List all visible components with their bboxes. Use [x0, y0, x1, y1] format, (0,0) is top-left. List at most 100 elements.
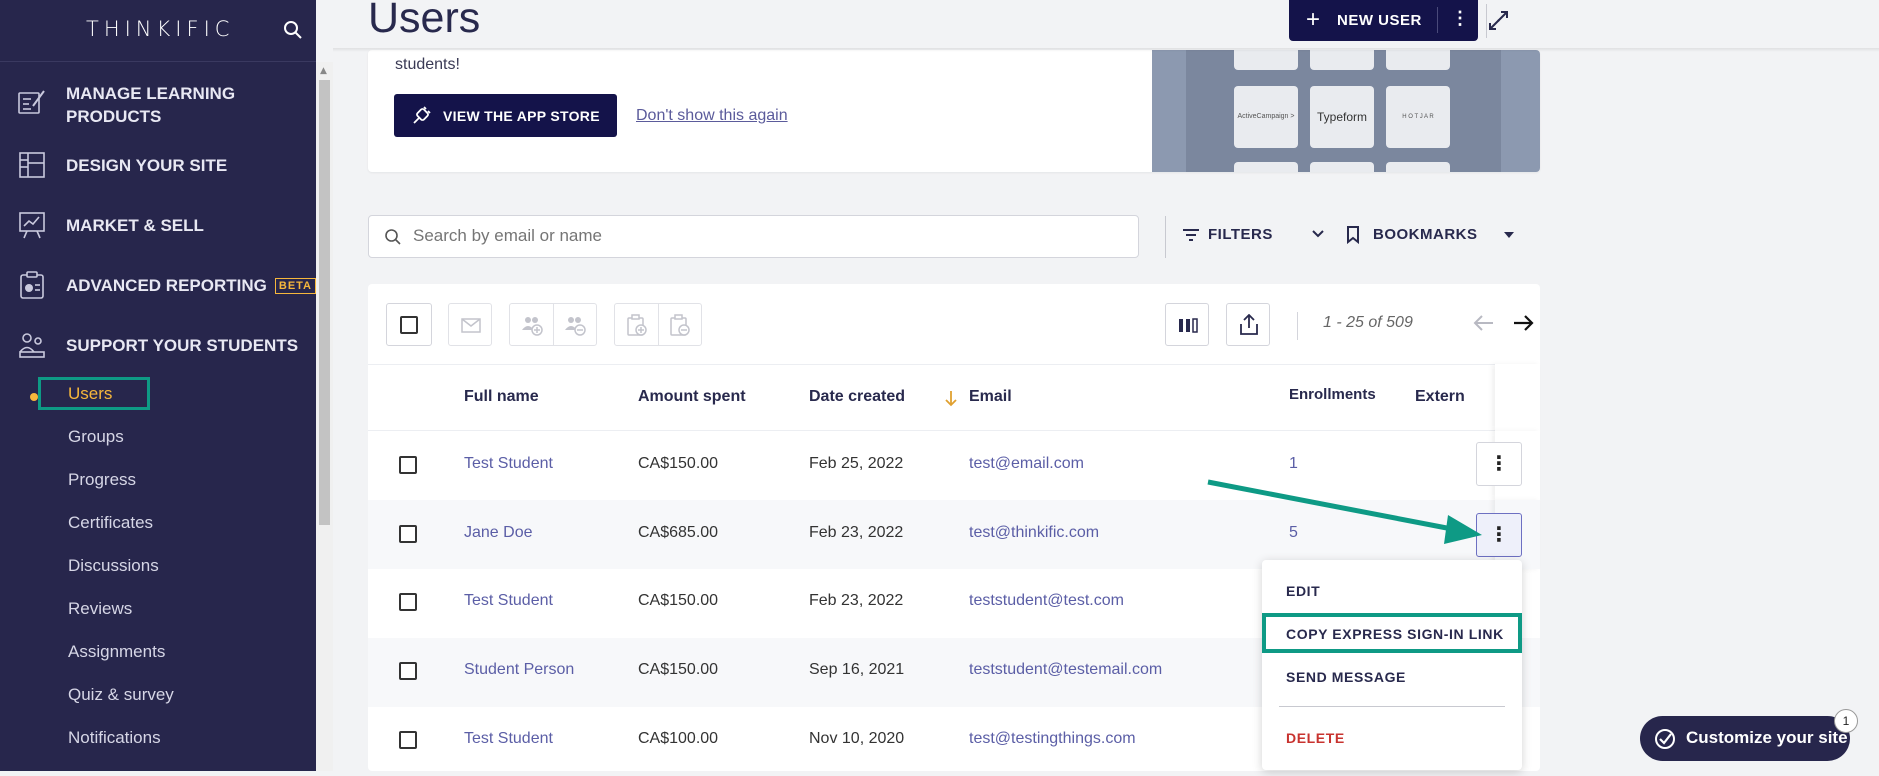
notification-badge: 1: [1834, 709, 1858, 733]
row-checkbox[interactable]: [399, 456, 417, 474]
sidebar-scrollbar[interactable]: ▲: [316, 62, 333, 771]
sort-descending-icon[interactable]: [945, 390, 957, 407]
checkbox-box: [400, 316, 418, 334]
customize-site-button[interactable]: Customize your site: [1640, 716, 1850, 761]
row-checkbox[interactable]: [399, 731, 417, 749]
row-checkbox[interactable]: [399, 662, 417, 680]
enroll-icon[interactable]: [626, 314, 648, 337]
user-name-link[interactable]: Jane Doe: [464, 524, 533, 542]
enrollments-count-link[interactable]: 1: [1289, 455, 1298, 473]
chevron-down-icon: [1312, 230, 1324, 238]
menu-item-delete[interactable]: DELETE: [1286, 730, 1345, 746]
dont-show-again-link[interactable]: Don't show this again: [636, 107, 788, 125]
more-options-icon[interactable]: ⋮: [1451, 8, 1469, 29]
arrow-left-icon[interactable]: [1473, 314, 1495, 332]
user-name-link[interactable]: Test Student: [464, 455, 553, 473]
sidebar-item-reviews[interactable]: Reviews: [68, 599, 132, 619]
select-all-checkbox[interactable]: [386, 303, 432, 346]
thinkific-logo[interactable]: THINKIFIC: [86, 17, 234, 41]
user-name-link[interactable]: Student Person: [464, 661, 574, 679]
date-created: Feb 25, 2022: [809, 455, 904, 472]
sidebar-item-certificates[interactable]: Certificates: [68, 513, 153, 533]
new-user-button[interactable]: + NEW USER ⋮: [1289, 0, 1478, 41]
plug-icon: [413, 106, 431, 124]
highlight-box-copy-link: [1262, 613, 1522, 653]
email-link[interactable]: teststudent@test.com: [969, 592, 1124, 610]
row-checkbox[interactable]: [399, 593, 417, 611]
amount-spent: CA$150.00: [638, 592, 719, 609]
column-amount-spent[interactable]: Amount spent: [638, 388, 746, 406]
email-link[interactable]: test@email.com: [969, 455, 1084, 473]
menu-item-send-message[interactable]: SEND MESSAGE: [1286, 669, 1406, 685]
scrollbar-thumb[interactable]: [319, 80, 330, 525]
email-link[interactable]: test@testingthings.com: [969, 730, 1136, 748]
sidebar: THINKIFIC MANAGE LEARNING PRODUCTS DESIGN…: [0, 0, 317, 771]
date-created: Nov 10, 2020: [809, 730, 905, 747]
search-divider: [1165, 216, 1166, 258]
row-actions-menu: EDIT COPY EXPRESS SIGN-IN LINK SEND MESS…: [1262, 560, 1522, 770]
new-user-label: NEW USER: [1337, 12, 1422, 29]
table-row[interactable]: Test Student CA$150.00 Feb 25, 2022 test…: [368, 431, 1540, 500]
email-action-button[interactable]: [448, 303, 492, 346]
nav-label: MANAGE LEARNING PRODUCTS: [66, 84, 236, 126]
add-to-group-icon[interactable]: [520, 315, 544, 337]
table-row[interactable]: Jane Doe CA$685.00 Feb 23, 2022 test@thi…: [368, 500, 1540, 569]
remove-from-group-icon[interactable]: [563, 315, 587, 337]
column-full-name[interactable]: Full name: [464, 388, 539, 406]
nav-label: ADVANCED REPORTING BETA: [66, 274, 317, 297]
scroll-up-arrow-icon[interactable]: ▲: [320, 66, 327, 76]
header-shadow: [333, 48, 1879, 52]
app-tile-typeform: Typeform: [1310, 86, 1374, 148]
search-icon: [385, 229, 401, 245]
export-button[interactable]: [1226, 303, 1270, 346]
user-name-link[interactable]: Test Student: [464, 592, 553, 610]
banner-text: students!: [395, 56, 460, 73]
search-input[interactable]: [413, 226, 1013, 246]
column-external[interactable]: Extern: [1415, 388, 1465, 406]
nav-support-your-students[interactable]: SUPPORT YOUR STUDENTS: [0, 330, 316, 360]
row-actions-button-active[interactable]: ⋮: [1476, 513, 1522, 557]
sidebar-item-quiz-survey[interactable]: Quiz & survey: [68, 685, 174, 705]
actions-column-header: [1495, 364, 1540, 431]
sidebar-item-groups[interactable]: Groups: [68, 427, 124, 447]
app-tile-hotjar: H O T J A R: [1386, 86, 1450, 148]
menu-item-edit[interactable]: EDIT: [1286, 583, 1320, 599]
arrow-right-icon[interactable]: [1512, 314, 1534, 332]
sidebar-item-assignments[interactable]: Assignments: [68, 642, 165, 662]
sidebar-item-notifications[interactable]: Notifications: [68, 728, 161, 748]
search-icon[interactable]: [283, 20, 303, 40]
column-email[interactable]: Email: [969, 388, 1012, 406]
page-title: Users: [368, 0, 481, 42]
view-app-store-button[interactable]: VIEW THE APP STORE: [394, 94, 617, 137]
column-enrollments[interactable]: Enrollments: [1289, 386, 1376, 403]
columns-button[interactable]: [1165, 303, 1209, 346]
nav-manage-learning-products[interactable]: MANAGE LEARNING PRODUCTS: [0, 82, 316, 128]
columns-icon: [1179, 318, 1198, 333]
filters-button[interactable]: FILTERS: [1183, 226, 1324, 243]
enrollments-count-link[interactable]: 5: [1289, 524, 1298, 542]
search-box[interactable]: [368, 215, 1139, 258]
app-tile: [1386, 50, 1450, 70]
group-actions: [509, 303, 597, 346]
bookmarks-button[interactable]: BOOKMARKS: [1347, 226, 1514, 244]
email-link[interactable]: teststudent@testemail.com: [969, 661, 1162, 679]
row-checkbox[interactable]: [399, 525, 417, 543]
expand-icon[interactable]: [1473, 0, 1533, 41]
sidebar-item-discussions[interactable]: Discussions: [68, 556, 159, 576]
date-created: Feb 23, 2022: [809, 592, 904, 609]
nav-market-and-sell[interactable]: MARKET & SELL: [0, 210, 316, 240]
user-name-link[interactable]: Test Student: [464, 730, 553, 748]
pagination-text: 1 - 25 of 509: [1323, 314, 1413, 331]
beta-badge: BETA: [274, 278, 317, 294]
unenroll-icon[interactable]: [669, 314, 691, 337]
nav-advanced-reporting[interactable]: ADVANCED REPORTING BETA: [0, 270, 317, 300]
app-store-illustration: ActiveCampaign > Typeform H O T J A R: [1152, 50, 1540, 172]
nav-design-your-site[interactable]: DESIGN YOUR SITE: [0, 150, 316, 180]
column-date-created[interactable]: Date created: [809, 388, 905, 406]
menu-divider: [1279, 706, 1505, 707]
sidebar-item-progress[interactable]: Progress: [68, 470, 136, 490]
email-link[interactable]: test@thinkific.com: [969, 524, 1099, 542]
app-tile: [1310, 162, 1374, 172]
amount-spent: CA$685.00: [638, 524, 719, 541]
row-actions-button[interactable]: ⋮: [1476, 442, 1522, 486]
